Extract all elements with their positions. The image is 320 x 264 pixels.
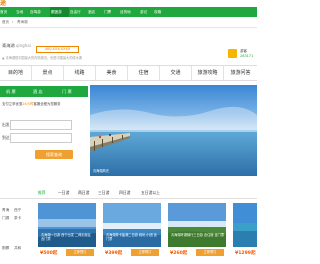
tab-qa[interactable]: 旅游问答: [224, 66, 257, 80]
search-button[interactable]: 搜索查询: [35, 150, 73, 159]
promo-suffix: 客服全程为您服务: [33, 102, 61, 106]
nav-item-free[interactable]: 自由行: [70, 7, 88, 17]
search-tab-ticket[interactable]: 门 票: [62, 86, 72, 97]
nav-item-home[interactable]: 首页: [0, 7, 14, 17]
product-card[interactable]: 青海湖茶卡盐湖二日游 纯玩 小团 含门票 ¥399起 立即预订: [103, 203, 161, 264]
nav-item-travelnotes[interactable]: 游记: [140, 7, 154, 17]
breadcrumb-current[interactable]: 青海湖: [17, 18, 28, 27]
tab-attractions[interactable]: 景点: [32, 66, 64, 80]
tab-transport[interactable]: 交通: [160, 66, 192, 80]
hotline-badge[interactable]: 400-XXX-XXXX: [36, 46, 79, 53]
book-button[interactable]: 立即预订: [131, 249, 159, 256]
card-image: [233, 203, 257, 247]
card-price: ¥399起: [105, 251, 123, 256]
card-title: 青海湖茶卡盐湖二日游 纯玩 小团 含门票: [106, 233, 157, 241]
nav-item-destination[interactable]: 目的地: [120, 7, 138, 17]
tab-routes[interactable]: 线路: [64, 66, 96, 80]
tab-food[interactable]: 美食: [96, 66, 128, 80]
section-tabs: 目的地 景点 线路 美食 住宿 交通 旅游攻略 旅游问答: [0, 65, 257, 81]
tab-lodging[interactable]: 住宿: [128, 66, 160, 80]
card-title: 青海湖一日游 西宁出发 二郎剑景区 含门票: [41, 233, 91, 241]
divider: [0, 198, 257, 199]
card-price: ¥500起: [40, 251, 58, 256]
promo-prefix: 支付立享优惠: [2, 102, 23, 106]
nav-item-guide[interactable]: 攻略: [154, 7, 170, 17]
product-card[interactable]: 青海湖一日游 西宁出发 二郎剑景区 含门票 ¥500起 立即预订: [38, 203, 96, 264]
nav-item-ticket[interactable]: 门票: [104, 7, 118, 17]
tab-destination[interactable]: 目的地: [0, 66, 32, 80]
nav-item-hotel[interactable]: 酒店: [88, 7, 102, 17]
search-promo-line: 支付立享优惠24小时客服全程为您服务: [2, 101, 61, 106]
search-tab-flight[interactable]: 机 票: [6, 86, 16, 97]
nav-item-local[interactable]: 当地: [16, 7, 30, 17]
book-button[interactable]: 立即预订: [196, 249, 224, 256]
product-card[interactable]: ¥1299起: [233, 203, 257, 264]
card-price: ¥260起: [170, 251, 188, 256]
filter-tab-3day[interactable]: 三日游: [98, 188, 109, 197]
breadcrumb-home[interactable]: 首页: [2, 18, 9, 27]
filter-tab-5day-plus[interactable]: 五日游以上: [141, 188, 160, 197]
card-image: [168, 203, 226, 247]
product-card[interactable]: 青海湖环湖骑行三日游 含住宿 含门票 ¥260起 立即预订: [168, 203, 226, 264]
search-panel: [0, 85, 88, 175]
promo-highlight: 24小时: [22, 102, 34, 106]
side-link-menyuan[interactable]: 门源: [2, 216, 9, 221]
search-tab-hotel[interactable]: 酒 店: [33, 86, 43, 97]
filter-tab-1day[interactable]: 一日游: [58, 188, 69, 197]
filter-tab-4day[interactable]: 四日游: [119, 188, 130, 197]
intro-line: ▲ 青海湖是中国最大的内陆湖泊，也是中国最大的咸水湖: [2, 56, 82, 60]
side-link-gonghe[interactable]: 共和: [14, 246, 21, 251]
field-to-label: 到达: [2, 135, 10, 140]
top-bar: [0, 0, 257, 7]
hero-photo[interactable]: [90, 85, 257, 176]
from-input[interactable]: [10, 120, 72, 130]
user-id: 283171: [240, 54, 254, 58]
page-title: 青海湖: [2, 43, 15, 48]
page-title-pinyin: qinghai: [16, 43, 31, 48]
breadcrumb-sep: ›: [12, 20, 14, 24]
tab-guides[interactable]: 旅游攻略: [192, 66, 224, 80]
filter-tab-recommended[interactable]: 推荐: [38, 188, 46, 197]
book-button[interactable]: 立即预订: [66, 249, 94, 256]
breadcrumb: 首页 › 青海湖: [0, 18, 257, 28]
side-link-chaka[interactable]: 茶卡: [14, 216, 21, 221]
card-price: ¥1299起: [235, 251, 256, 256]
side-link-xining[interactable]: 西宁: [14, 208, 21, 213]
site-logo[interactable]: 途: [0, 0, 9, 7]
side-link-gangcha[interactable]: 刚察: [2, 246, 9, 251]
card-title: 青海湖环湖骑行三日游 含住宿 含门票: [171, 233, 225, 237]
main-nav: 首页 当地 自驾游 跟团游 自由行 酒店 门票 目的地 游记 攻略: [0, 7, 257, 17]
avatar[interactable]: [228, 49, 237, 58]
to-input[interactable]: [10, 133, 72, 143]
nav-item-group[interactable]: 跟团游: [50, 7, 69, 17]
side-link-qinghai[interactable]: 青海: [2, 208, 9, 213]
filter-tab-2day[interactable]: 两日游: [78, 188, 89, 197]
nav-item-selfdrive[interactable]: 自驾游: [30, 7, 48, 17]
field-from-label: 出发: [2, 122, 10, 127]
photo-caption: 青海湖风光: [93, 169, 109, 173]
